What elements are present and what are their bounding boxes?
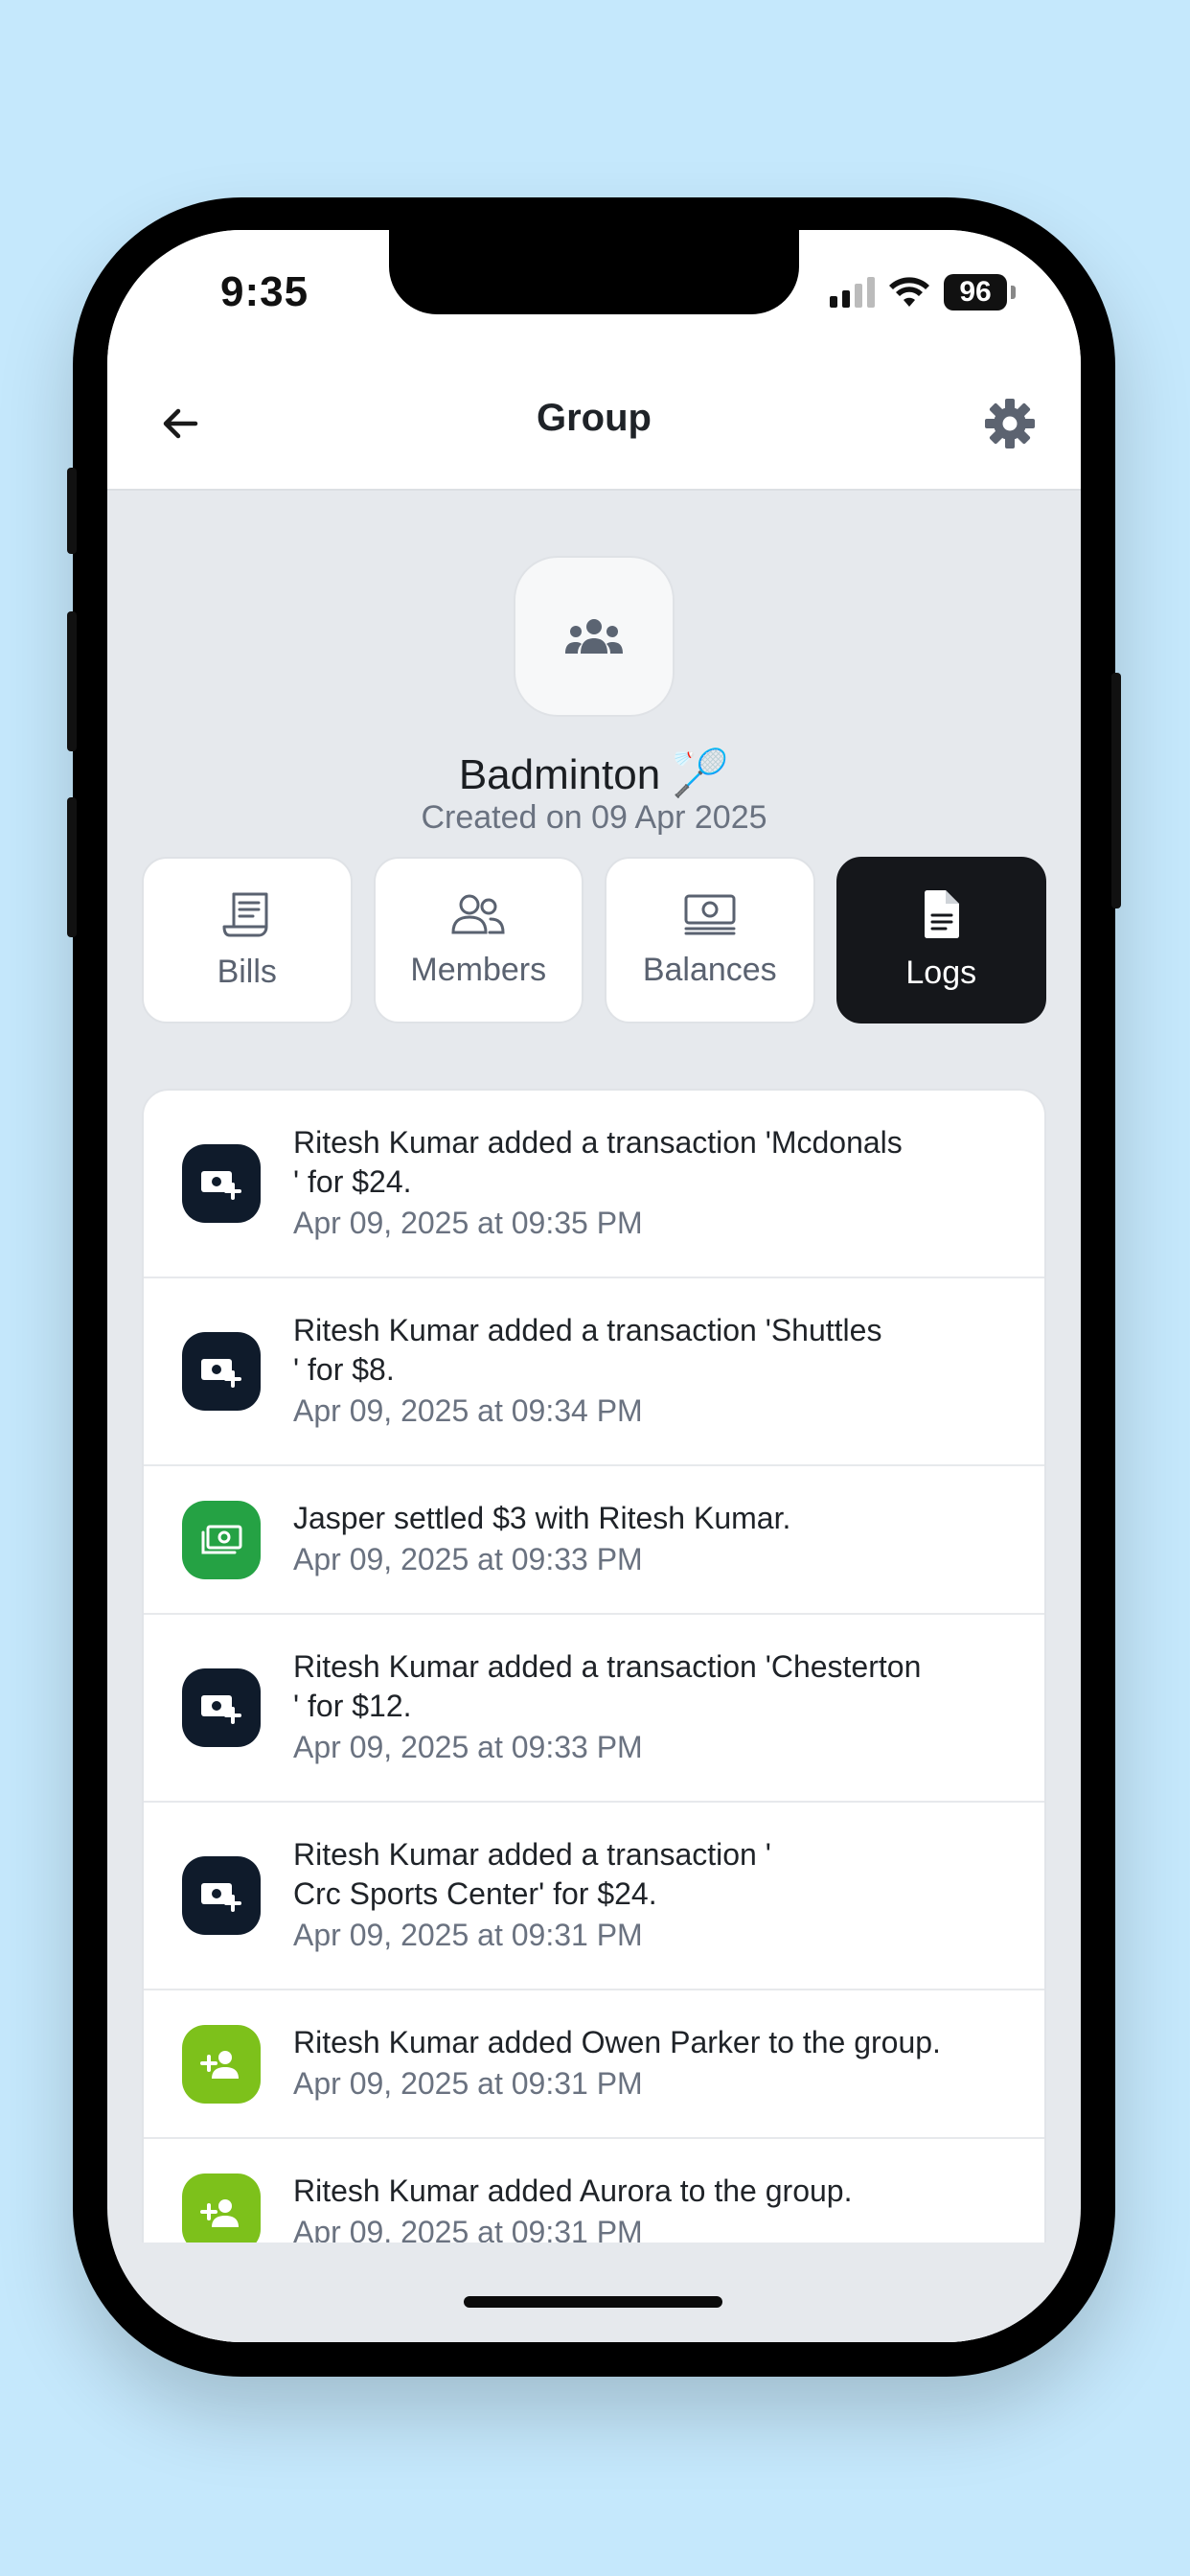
log-message: Ritesh Kumar added a transaction 'Shuttl… [293,1313,882,1387]
group-tabs: Bills Members Balances Logs [142,857,1046,1024]
tab-balances[interactable]: Balances [605,857,815,1024]
log-item[interactable]: Jasper settled $3 with Ritesh Kumar. Apr… [144,1466,1044,1615]
log-item[interactable]: Ritesh Kumar added a transaction 'Mcdona… [144,1091,1044,1278]
gear-icon [985,399,1035,448]
log-timestamp: Apr 09, 2025 at 09:33 PM [293,1730,643,1764]
log-timestamp: Apr 09, 2025 at 09:31 PM [293,2066,643,2101]
badminton-emoji: 🏸 [672,748,730,799]
tab-members-label: Members [410,951,547,988]
phone-frame: 9:35 96 Group Badminton 🏸 Created on 09 … [67,197,1121,2377]
page-title: Group [537,397,652,439]
tab-bills-label: Bills [217,953,277,990]
money-settle-icon [182,1500,261,1579]
group-name-text: Badminton [458,751,661,798]
money-add-icon [182,1856,261,1935]
user-add-icon [182,2024,261,2104]
log-item[interactable]: Ritesh Kumar added a transaction ' Crc S… [144,1803,1044,1990]
user-add-icon [182,2173,261,2252]
screen: 9:35 96 Group Badminton 🏸 Created on 09 … [107,230,1081,2342]
log-text: Ritesh Kumar added a transaction ' Crc S… [293,1835,1010,1956]
users-icon [451,894,505,933]
home-indicator-area [107,2242,1081,2342]
log-message: Ritesh Kumar added Owen Parker to the gr… [293,2025,941,2059]
log-message: Ritesh Kumar added a transaction 'Mcdona… [293,1125,903,1199]
group-name: Badminton 🏸 [107,746,1081,800]
receipt-icon [222,892,268,936]
logs-list: Ritesh Kumar added a transaction 'Mcdona… [142,1089,1046,2342]
log-timestamp: Apr 09, 2025 at 09:31 PM [293,1918,643,1952]
log-item[interactable]: Ritesh Kumar added Owen Parker to the gr… [144,1990,1044,2139]
battery-tip [1011,286,1016,299]
log-message: Ritesh Kumar added a transaction ' Crc S… [293,1837,771,1911]
users-group-icon [565,619,623,654]
tab-members[interactable]: Members [373,857,584,1024]
log-text: Ritesh Kumar added a transaction 'Mcdona… [293,1123,1010,1244]
group-created-date: Created on 09 Apr 2025 [421,799,767,836]
document-icon [925,889,960,938]
status-time: 9:35 [220,268,309,315]
money-add-icon [182,1144,261,1223]
log-text: Ritesh Kumar added Owen Parker to the gr… [293,2023,1010,2104]
group-avatar[interactable] [514,556,675,717]
log-message: Jasper settled $3 with Ritesh Kumar. [293,1501,791,1535]
money-add-icon [182,1332,261,1411]
tab-balances-label: Balances [642,951,777,988]
mute-switch [67,468,77,554]
volume-up-button [67,611,77,751]
log-timestamp: Apr 09, 2025 at 09:34 PM [293,1393,643,1428]
notch [389,230,799,314]
log-text: Jasper settled $3 with Ritesh Kumar. Apr… [293,1499,1010,1580]
log-item[interactable]: Ritesh Kumar added a transaction 'Cheste… [144,1615,1044,1803]
tab-logs-label: Logs [905,954,977,991]
settings-button[interactable] [977,391,1042,456]
log-timestamp: Apr 09, 2025 at 09:35 PM [293,1206,643,1240]
tab-bills[interactable]: Bills [142,857,353,1024]
wifi-icon [889,277,929,307]
power-button [1111,673,1121,908]
money-icon [684,894,736,934]
log-timestamp: Apr 09, 2025 at 09:33 PM [293,1542,643,1576]
log-message: Ritesh Kumar added Aurora to the group. [293,2174,853,2208]
tab-logs[interactable]: Logs [835,857,1046,1024]
log-message: Ritesh Kumar added a transaction 'Cheste… [293,1649,922,1723]
battery-indicator: 96 [944,274,1007,310]
home-indicator[interactable] [464,2296,722,2308]
status-icons: 96 [830,274,1016,310]
log-item[interactable]: Ritesh Kumar added a transaction 'Shuttl… [144,1278,1044,1466]
log-text: Ritesh Kumar added Aurora to the group. … [293,2172,1010,2253]
cellular-signal-icon [830,277,875,308]
volume-down-button [67,797,77,937]
app-header: Group [107,355,1081,491]
money-add-icon [182,1668,261,1747]
log-text: Ritesh Kumar added a transaction 'Cheste… [293,1647,1010,1768]
log-text: Ritesh Kumar added a transaction 'Shuttl… [293,1311,1010,1432]
